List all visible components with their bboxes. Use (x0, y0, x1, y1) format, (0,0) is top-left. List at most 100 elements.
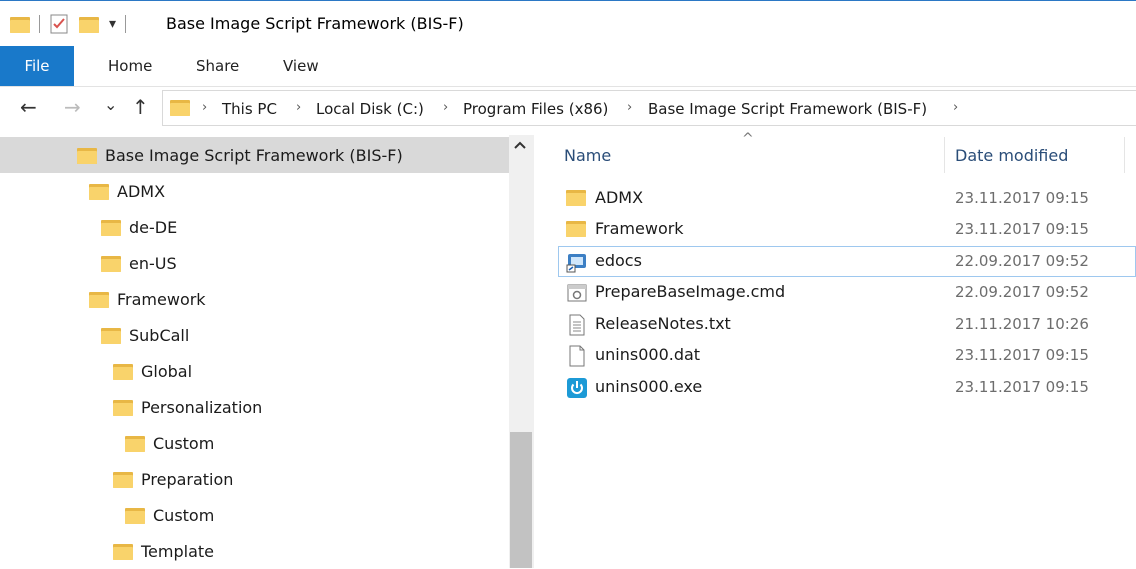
tree-item-preparation[interactable]: Preparation (113, 461, 233, 497)
tree-item-label: Preparation (141, 469, 234, 489)
folder-icon (101, 254, 121, 272)
tree-item-en-us[interactable]: en-US (101, 245, 177, 281)
folder-icon (125, 506, 145, 524)
file-date: 23.11.2017 09:15 (955, 378, 1089, 396)
file-name: unins000.exe (595, 377, 703, 396)
sort-ascending-icon: ^ (742, 131, 754, 147)
folder-icon (101, 326, 121, 344)
file-date: 21.11.2017 10:26 (955, 315, 1089, 333)
folder-icon (566, 188, 588, 210)
folder-icon (113, 470, 133, 488)
file-date: 23.11.2017 09:15 (955, 346, 1089, 364)
file-date: 22.09.2017 09:52 (955, 252, 1089, 270)
toolbar-separator (125, 15, 127, 33)
folder-icon (566, 219, 588, 241)
quick-access-toolbar: ▾ (10, 8, 135, 40)
toolbar-separator (39, 15, 40, 33)
file-date: 23.11.2017 09:15 (955, 189, 1089, 207)
file-name: unins000.dat (595, 345, 701, 364)
file-row-preparebaseimage[interactable]: PrepareBaseImage.cmd 22.09.2017 09:52 (558, 277, 1136, 308)
shortcut-icon (566, 254, 586, 273)
folder-icon (125, 434, 145, 452)
column-divider[interactable] (1124, 137, 1125, 173)
folder-icon (89, 182, 109, 200)
scroll-up-arrow-icon[interactable] (513, 140, 527, 150)
tree-item-framework[interactable]: Framework (89, 281, 206, 317)
forward-arrow-icon[interactable]: → (64, 95, 81, 119)
breadcrumb-program-files[interactable]: Program Files (x86) (463, 100, 608, 118)
file-row-unins000-dat[interactable]: unins000.dat 23.11.2017 09:15 (558, 340, 1136, 371)
window-title: Base Image Script Framework (BIS-F) (166, 14, 464, 33)
file-row-unins000-exe[interactable]: unins000.exe 23.11.2017 09:15 (558, 372, 1136, 403)
blank-file-icon (569, 345, 585, 367)
tree-item-label: Framework (117, 289, 206, 309)
file-name: ADMX (595, 188, 644, 207)
tree-item-bisf[interactable]: Base Image Script Framework (BIS-F) (77, 137, 403, 173)
folder-icon (89, 290, 109, 308)
file-row-releasenotes[interactable]: ReleaseNotes.txt 21.11.2017 10:26 (558, 309, 1136, 340)
tab-view[interactable]: View (283, 46, 319, 86)
column-header-date-modified[interactable]: Date modified (955, 146, 1068, 165)
folder-icon (113, 542, 133, 560)
file-row-edocs[interactable]: edocs 22.09.2017 09:52 (558, 246, 1136, 277)
breadcrumb-this-pc[interactable]: This PC (222, 100, 277, 118)
tree-item-label: Custom (153, 433, 215, 453)
breadcrumb-separator-icon[interactable]: › (202, 100, 207, 115)
recent-locations-chevron-icon[interactable]: ⌄ (104, 95, 117, 114)
tree-item-subcall[interactable]: SubCall (101, 317, 189, 353)
file-date: 22.09.2017 09:52 (955, 283, 1089, 301)
breadcrumb-separator-icon[interactable]: › (627, 100, 632, 115)
tree-item-global[interactable]: Global (113, 353, 192, 389)
tree-item-label: Personalization (141, 397, 263, 417)
tree-item-custom[interactable]: Custom (125, 497, 214, 533)
column-header-name[interactable]: Name (564, 146, 611, 165)
customize-qat-dropdown-icon[interactable]: ▾ (109, 16, 116, 32)
folder-icon (113, 398, 133, 416)
breadcrumb-separator-icon[interactable]: › (443, 100, 448, 115)
breadcrumb-separator-icon[interactable]: › (296, 100, 301, 115)
tree-item-label: Base Image Script Framework (BIS-F) (105, 145, 403, 165)
breadcrumb-local-disk[interactable]: Local Disk (C:) (316, 100, 424, 118)
folder-icon (10, 15, 30, 33)
ribbon-tabs: File Home Share View (0, 46, 1136, 87)
folder-icon (77, 146, 97, 164)
tree-item-custom[interactable]: Custom (125, 425, 214, 461)
breadcrumb-bisf[interactable]: Base Image Script Framework (BIS-F) (648, 100, 927, 118)
text-file-icon (569, 314, 585, 336)
file-name: PrepareBaseImage.cmd (595, 282, 786, 301)
file-row-admx[interactable]: ADMX 23.11.2017 09:15 (558, 183, 1136, 214)
tree-item-label: Custom (153, 505, 215, 525)
tree-item-personalization[interactable]: Personalization (113, 389, 262, 425)
address-bar[interactable]: › This PC › Local Disk (C:) › Program Fi… (162, 90, 1136, 126)
folder-icon (113, 362, 133, 380)
tree-item-label: en-US (129, 253, 177, 273)
tab-file[interactable]: File (0, 46, 74, 86)
file-date: 23.11.2017 09:15 (955, 220, 1089, 238)
column-divider[interactable] (944, 137, 945, 173)
back-arrow-icon[interactable]: ← (20, 95, 37, 119)
breadcrumb-separator-icon[interactable]: › (953, 100, 958, 115)
tree-item-label: de-DE (129, 217, 178, 237)
tree-item-label: Global (141, 361, 193, 381)
tree-item-label: SubCall (129, 325, 190, 345)
folder-icon (170, 98, 190, 116)
tree-item-template[interactable]: Template (113, 533, 214, 569)
navigation-pane (0, 135, 534, 568)
file-name: Framework (595, 219, 684, 238)
file-name: edocs (595, 251, 642, 270)
tree-item-label: Template (141, 541, 215, 561)
folder-icon (101, 218, 121, 236)
tree-item-label: ADMX (117, 181, 166, 201)
properties-icon[interactable] (49, 14, 69, 34)
tree-item-admx[interactable]: ADMX (89, 173, 165, 209)
scrollbar-thumb[interactable] (510, 432, 532, 568)
file-row-framework[interactable]: Framework 23.11.2017 09:15 (558, 214, 1136, 245)
uninstaller-icon (567, 378, 587, 398)
new-folder-icon[interactable] (79, 15, 99, 33)
tab-share[interactable]: Share (196, 46, 239, 86)
up-arrow-icon[interactable]: ↑ (132, 95, 149, 119)
script-icon (567, 284, 587, 302)
file-name: ReleaseNotes.txt (595, 314, 731, 333)
tree-item-de-de[interactable]: de-DE (101, 209, 177, 245)
tab-home[interactable]: Home (108, 46, 152, 86)
